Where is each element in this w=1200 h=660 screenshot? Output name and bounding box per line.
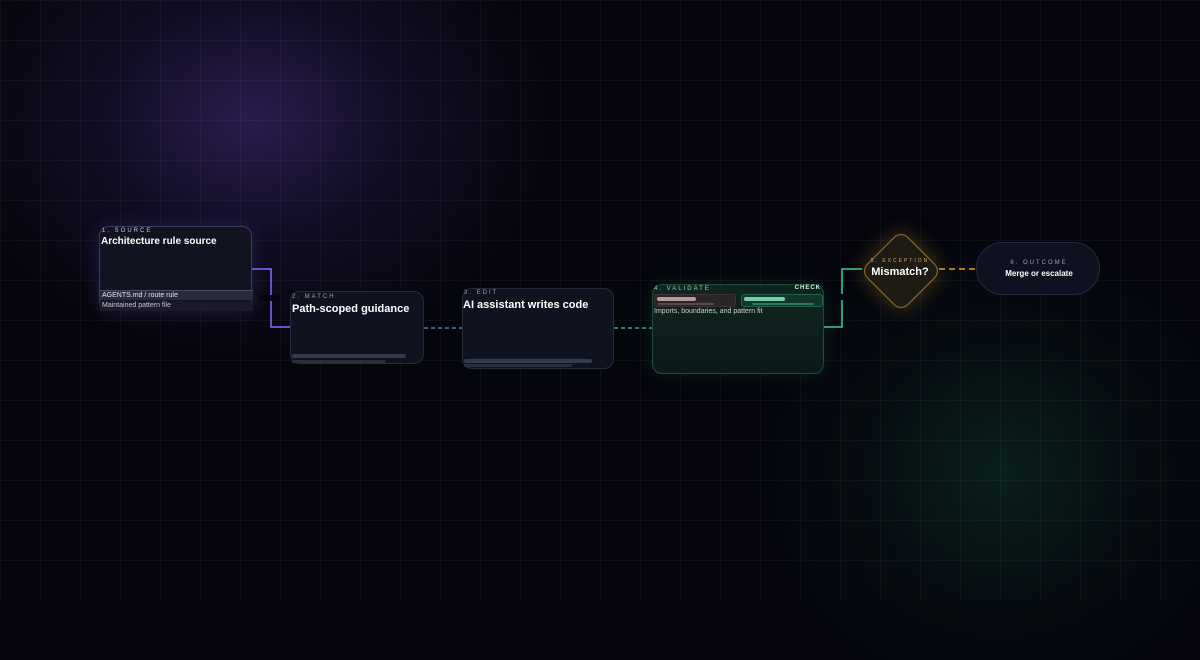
node-source-title: Architecture rule source (101, 236, 217, 247)
node-exception-step: 5. EXCEPTION (870, 258, 930, 264)
validate-meter-a-fill (657, 297, 696, 301)
source-item-pattern-file: Maintained pattern file (100, 301, 253, 311)
node-outcome-title: Merge or escalate (1005, 269, 1073, 278)
node-match-title: Path-scoped guidance (292, 303, 410, 315)
node-exception[interactable]: 5. EXCEPTION Mismatch? (859, 229, 943, 313)
connector-source-to-match (252, 268, 291, 328)
node-validate[interactable]: 4. VALIDATE CHECK Imports, boundaries, a… (652, 284, 824, 374)
validate-description: Imports, boundaries, and pattern fit (654, 308, 763, 315)
check-badge: CHECK (794, 285, 821, 291)
match-placeholder-bar (292, 354, 406, 358)
validate-meter-b-fill (744, 297, 785, 301)
match-placeholder-bar-secondary (292, 360, 386, 363)
source-item-agents-md: AGENTS.md / route rule (100, 290, 253, 300)
node-edit[interactable]: 3. EDIT AI assistant writes code (462, 288, 614, 369)
node-exception-title: Mismatch? (871, 266, 929, 278)
node-edit-step: 3. EDIT (464, 290, 499, 296)
connector-validate-to-exception (824, 268, 862, 328)
background-glow-green (760, 240, 1200, 660)
validate-meter-a-sub (658, 303, 714, 305)
node-match-step: 2. MATCH (292, 294, 336, 300)
node-source[interactable]: 1. SOURCE Architecture rule source AGENT… (99, 226, 253, 311)
connector-knot-2 (836, 294, 848, 300)
connector-knot-1 (258, 295, 280, 301)
validate-meter-a (654, 294, 736, 307)
node-source-step: 1. SOURCE (102, 228, 153, 234)
node-outcome-step: 6. OUTCOME (1010, 260, 1068, 266)
node-validate-step: 4. VALIDATE (654, 286, 711, 292)
edit-placeholder-bar-secondary (464, 364, 572, 367)
node-outcome[interactable]: 6. OUTCOME Merge or escalate (976, 242, 1100, 295)
node-edit-title: AI assistant writes code (463, 299, 589, 311)
validate-meter-b (741, 294, 823, 307)
node-match[interactable]: 2. MATCH Path-scoped guidance (290, 291, 424, 364)
edit-placeholder-bar (464, 359, 592, 363)
validate-meter-b-sub (752, 303, 814, 305)
